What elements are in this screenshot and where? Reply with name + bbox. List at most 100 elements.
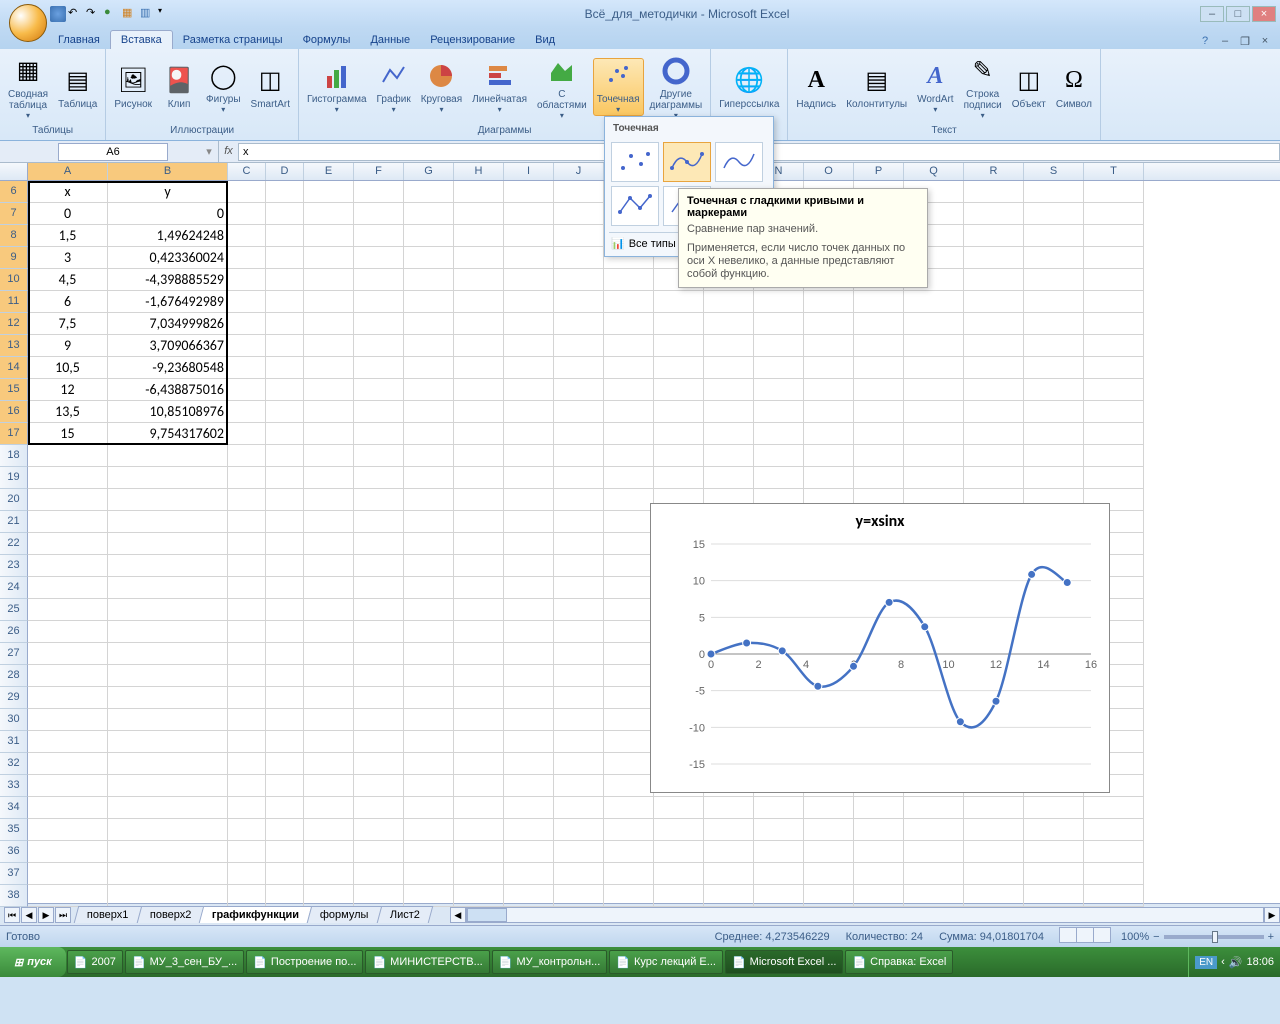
- cell[interactable]: [228, 489, 266, 511]
- cell[interactable]: [854, 885, 904, 907]
- cell[interactable]: [404, 665, 454, 687]
- cell[interactable]: [904, 357, 964, 379]
- cell[interactable]: [904, 291, 964, 313]
- cell[interactable]: [304, 577, 354, 599]
- cell[interactable]: 3: [28, 247, 108, 269]
- cell[interactable]: [504, 357, 554, 379]
- cell[interactable]: [404, 181, 454, 203]
- row-header[interactable]: 34: [0, 797, 28, 819]
- cell[interactable]: [604, 643, 654, 665]
- cell[interactable]: [964, 863, 1024, 885]
- cell[interactable]: [504, 203, 554, 225]
- cell[interactable]: [108, 863, 228, 885]
- cell[interactable]: [904, 423, 964, 445]
- cell[interactable]: [404, 885, 454, 907]
- cell[interactable]: [654, 885, 704, 907]
- cell[interactable]: [554, 863, 604, 885]
- cell[interactable]: [904, 797, 964, 819]
- cell[interactable]: [108, 643, 228, 665]
- cell[interactable]: [504, 709, 554, 731]
- cell[interactable]: [108, 885, 228, 907]
- cell[interactable]: [654, 423, 704, 445]
- cell[interactable]: [108, 555, 228, 577]
- cell[interactable]: [554, 621, 604, 643]
- cell[interactable]: [904, 313, 964, 335]
- cell[interactable]: [228, 335, 266, 357]
- row-header[interactable]: 27: [0, 643, 28, 665]
- cell[interactable]: [266, 775, 304, 797]
- cell[interactable]: -4,398885529: [108, 269, 228, 291]
- column-header[interactable]: S: [1024, 163, 1084, 180]
- cell[interactable]: [454, 555, 504, 577]
- cell[interactable]: [404, 357, 454, 379]
- cell[interactable]: [504, 335, 554, 357]
- cell[interactable]: [504, 401, 554, 423]
- cell[interactable]: [804, 885, 854, 907]
- cell[interactable]: [1024, 467, 1084, 489]
- cell[interactable]: [228, 731, 266, 753]
- prev-sheet-button[interactable]: ◀: [21, 907, 37, 923]
- cell[interactable]: [554, 335, 604, 357]
- cell[interactable]: [454, 885, 504, 907]
- cell[interactable]: [354, 181, 404, 203]
- cell[interactable]: [266, 687, 304, 709]
- sheet-tab[interactable]: формулы: [307, 906, 382, 923]
- cell[interactable]: [404, 709, 454, 731]
- cell[interactable]: [504, 181, 554, 203]
- column-header[interactable]: G: [404, 163, 454, 180]
- signature-button[interactable]: ✎Строкаподписи▾: [960, 53, 1006, 122]
- cell[interactable]: [404, 621, 454, 643]
- row-header[interactable]: 9: [0, 247, 28, 269]
- cell[interactable]: [754, 313, 804, 335]
- cell[interactable]: [704, 313, 754, 335]
- cell[interactable]: [108, 511, 228, 533]
- cell[interactable]: [454, 357, 504, 379]
- row-header[interactable]: 38: [0, 885, 28, 907]
- cell[interactable]: [504, 599, 554, 621]
- cell[interactable]: [354, 863, 404, 885]
- cell[interactable]: [404, 731, 454, 753]
- cell[interactable]: [964, 247, 1024, 269]
- cell[interactable]: [854, 291, 904, 313]
- cell[interactable]: [354, 753, 404, 775]
- cell[interactable]: [604, 885, 654, 907]
- cell[interactable]: [504, 269, 554, 291]
- cell[interactable]: [354, 709, 404, 731]
- cell[interactable]: [1024, 797, 1084, 819]
- cell[interactable]: [604, 621, 654, 643]
- scatter-chart-button[interactable]: Точечная▾: [593, 58, 644, 116]
- cell[interactable]: [964, 379, 1024, 401]
- cell[interactable]: [604, 467, 654, 489]
- scatter-smooth-markers[interactable]: [663, 142, 711, 182]
- cell[interactable]: [304, 357, 354, 379]
- cell[interactable]: [28, 511, 108, 533]
- pie-chart-button[interactable]: Круговая▾: [417, 58, 466, 116]
- cell[interactable]: [504, 291, 554, 313]
- cell[interactable]: [304, 863, 354, 885]
- cell[interactable]: [1084, 445, 1144, 467]
- cell[interactable]: [304, 467, 354, 489]
- cell[interactable]: [1084, 401, 1144, 423]
- taskbar-item[interactable]: 📄Microsoft Excel ...: [725, 950, 844, 974]
- cell[interactable]: [28, 863, 108, 885]
- qat-icon[interactable]: ▥: [140, 6, 156, 22]
- cell[interactable]: [354, 269, 404, 291]
- cell[interactable]: [228, 841, 266, 863]
- tray-icon[interactable]: 🔊: [1229, 956, 1243, 969]
- cell[interactable]: [404, 841, 454, 863]
- cell[interactable]: [604, 577, 654, 599]
- cell[interactable]: [504, 621, 554, 643]
- cell[interactable]: [454, 511, 504, 533]
- cell[interactable]: [404, 335, 454, 357]
- cell[interactable]: [266, 863, 304, 885]
- cell[interactable]: [554, 687, 604, 709]
- cell[interactable]: [1084, 841, 1144, 863]
- cell[interactable]: [404, 467, 454, 489]
- namebox-dropdown[interactable]: ▾: [200, 145, 218, 158]
- cell[interactable]: [504, 533, 554, 555]
- cell[interactable]: [504, 687, 554, 709]
- tray-icon[interactable]: ‹: [1221, 956, 1225, 968]
- cell[interactable]: [304, 775, 354, 797]
- row-header[interactable]: 10: [0, 269, 28, 291]
- column-header[interactable]: R: [964, 163, 1024, 180]
